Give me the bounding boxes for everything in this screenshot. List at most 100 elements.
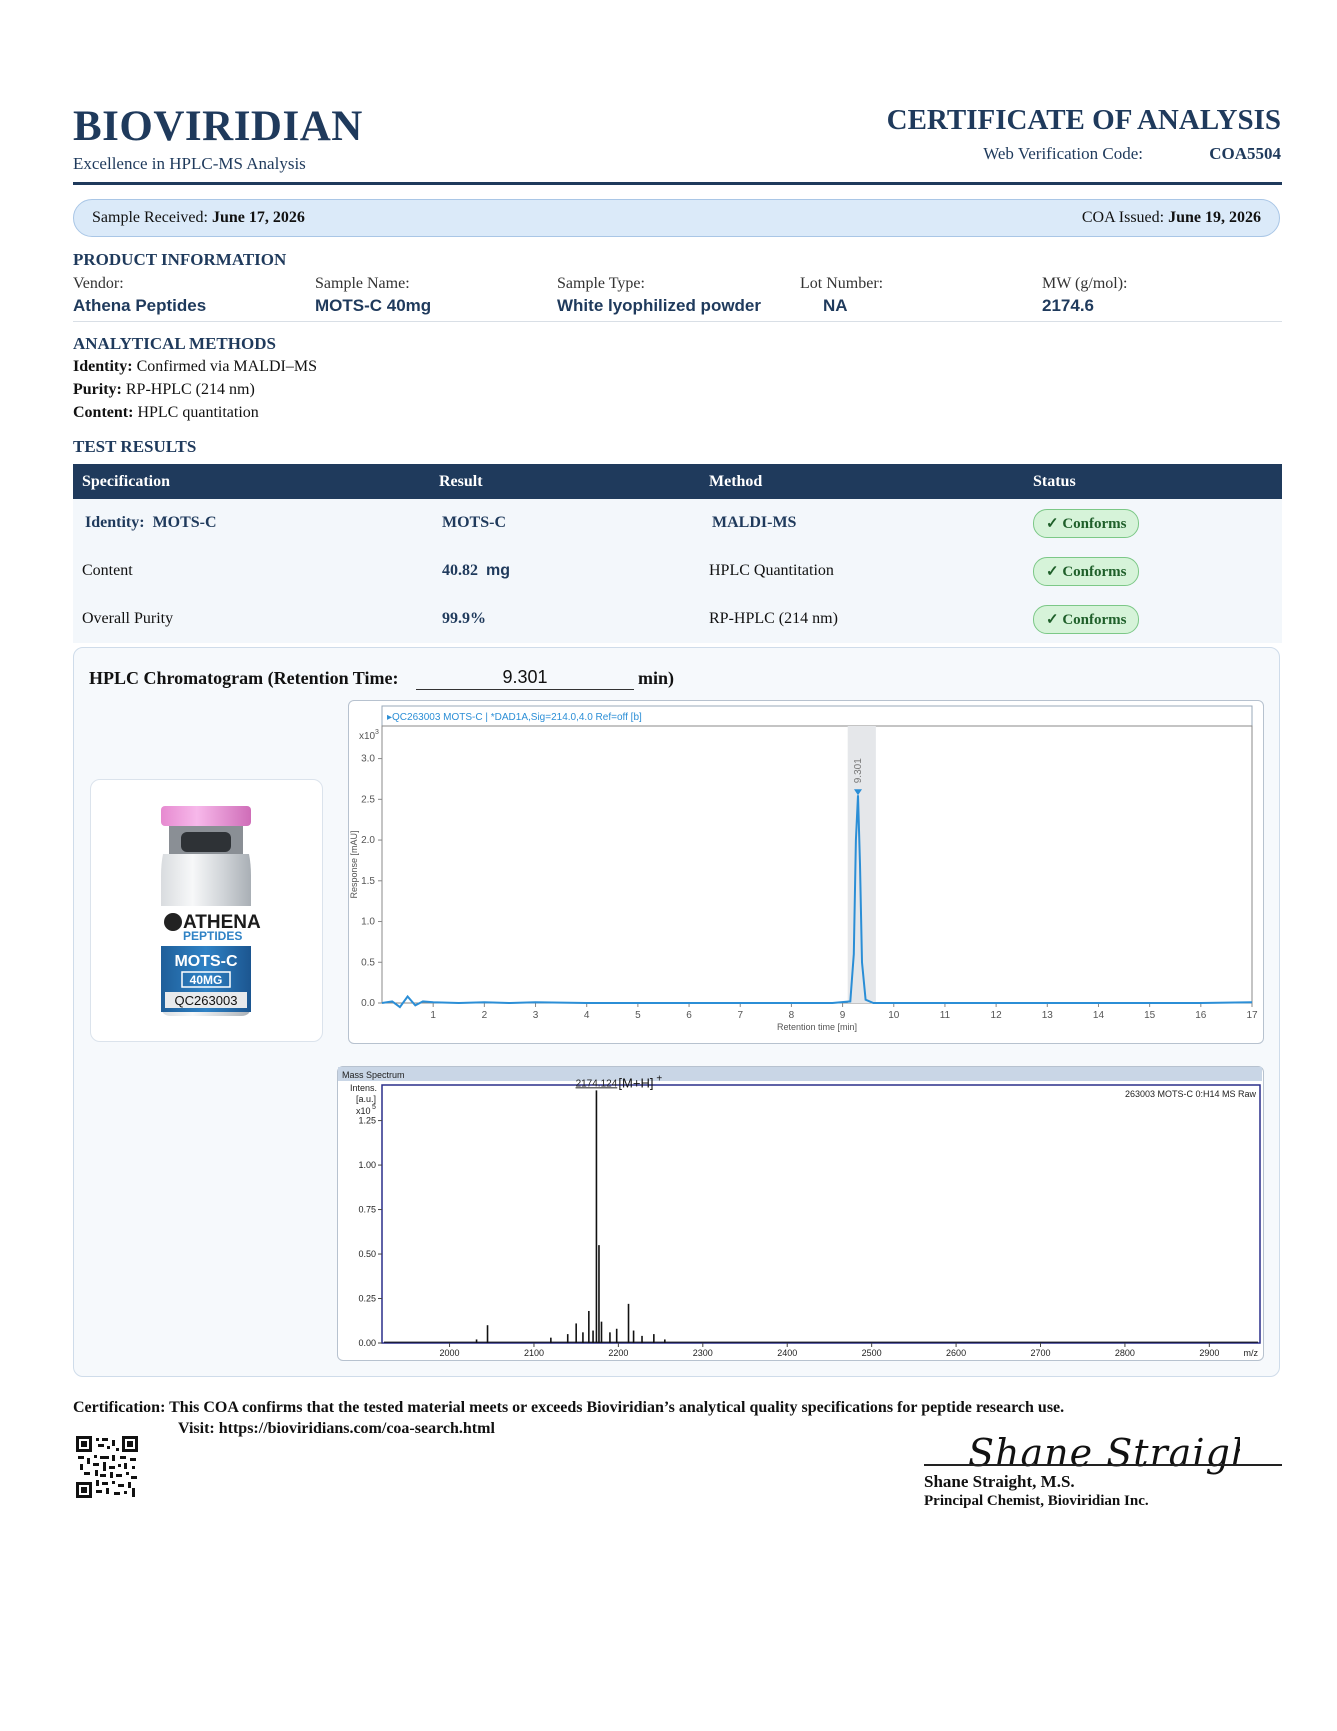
status-badge: ✓ Conforms: [1033, 556, 1140, 586]
ms-y-tick-label: 0.00: [358, 1338, 376, 1348]
result-cell: MOTS-C: [430, 499, 700, 547]
ms-x-tick-label: 2600: [946, 1348, 966, 1358]
vial-image: ATHENA PEPTIDES MOTS-C 40MG QC263003: [161, 806, 261, 1016]
ms-subtitle: 263003 MOTS-C 0:H14 MS Raw: [1125, 1089, 1257, 1099]
spec-value: MOTS-C: [152, 514, 217, 531]
web-verification: Web Verification Code: COA5504: [983, 144, 1281, 164]
method-identity: Identity: Confirmed via MALDI–MS: [73, 358, 317, 376]
hplc-x-axis-label: Retention time [min]: [777, 1022, 857, 1032]
web-code-label: Web Verification Code:: [983, 144, 1143, 163]
result-unit: mg: [486, 562, 510, 579]
result-cell: 99.9%: [430, 595, 700, 643]
hplc-x-tick-label: 16: [1195, 1010, 1207, 1021]
hplc-y-tick-label: 1.5: [361, 876, 375, 887]
method-identity-value: Confirmed via MALDI–MS: [136, 358, 317, 375]
hplc-x-tick-label: 10: [888, 1010, 900, 1021]
ms-y-tick-label: 0.75: [358, 1205, 376, 1215]
col-result: Result: [430, 464, 700, 499]
hplc-x-tick-label: 12: [991, 1010, 1003, 1021]
chromatogram-title: HPLC Chromatogram (Retention Time:: [89, 668, 399, 688]
hplc-x-tick-label: 9: [840, 1010, 846, 1021]
hplc-plot-area: [381, 725, 1253, 1004]
dates-bar: Sample Received: June 17, 2026 COA Issue…: [73, 199, 1280, 237]
sample-type-value: White lyophilized powder: [557, 296, 761, 315]
results-header-row: Specification Result Method Status: [73, 464, 1282, 499]
hplc-y-tick-label: 1.0: [361, 917, 375, 928]
ms-title-bar: [338, 1067, 1262, 1081]
signer-name: Shane Straight, M.S.: [924, 1472, 1075, 1491]
ms-title: Mass Spectrum: [342, 1070, 405, 1080]
hplc-x-tick-label: 7: [737, 1010, 743, 1021]
table-row: Content 40.82 mg HPLC Quantitation ✓ Con…: [73, 547, 1282, 595]
vial-cap: [161, 806, 251, 826]
hplc-y-tick-label: 0.0: [361, 998, 375, 1009]
vendor-value: Athena Peptides: [73, 296, 207, 315]
hplc-x-tick-label: 8: [789, 1010, 795, 1021]
results-section-title: TEST RESULTS: [73, 437, 197, 456]
sample-name-label: Sample Name:: [315, 275, 410, 292]
hplc-y-axis-label: Response [mAU]: [349, 830, 359, 898]
lot-number-value: NA: [823, 296, 848, 315]
hplc-peak-label: 9.301: [853, 758, 864, 783]
ms-y-tick-label: 1.25: [358, 1116, 376, 1126]
spec-label: Identity:: [85, 514, 145, 531]
methods-section-title: ANALYTICAL METHODS: [73, 334, 276, 353]
issued-date: June 19, 2026: [1168, 209, 1261, 226]
hplc-y-tick-label: 3.0: [361, 754, 375, 765]
status-cell: ✓ Conforms: [1024, 547, 1282, 595]
ms-x-tick-label: 2100: [524, 1348, 544, 1358]
retention-time-field: 9.301: [416, 667, 634, 690]
ms-y-tick-label: 1.00: [358, 1160, 376, 1170]
method-content-value: HPLC quantitation: [137, 404, 259, 421]
results-table: Specification Result Method Status Ident…: [73, 464, 1282, 643]
spec-cell: Identity: MOTS-C: [73, 499, 430, 547]
ms-y-unit: [a.u.]: [356, 1094, 376, 1104]
hplc-x-tick-label: 17: [1246, 1010, 1258, 1021]
ms-y-label: Intens.: [350, 1083, 377, 1093]
lot-number-label: Lot Number:: [800, 275, 884, 292]
coa-issued: COA Issued: June 19, 2026: [1082, 209, 1261, 227]
hplc-x-tick-label: 13: [1042, 1010, 1054, 1021]
vial-brand-sub: PEPTIDES: [183, 929, 242, 943]
method-value: MALDI-MS: [712, 514, 797, 531]
spec-cell: Content: [73, 547, 430, 595]
method-cell: RP-HPLC (214 nm): [700, 595, 1024, 643]
ms-x-tick-label: 2500: [862, 1348, 882, 1358]
received-date: June 17, 2026: [211, 209, 305, 226]
qr-code-icon: [76, 1436, 138, 1498]
signer-title: Principal Chemist, Bioviridian Inc.: [924, 1493, 1149, 1509]
ms-y-tick-label: 0.25: [358, 1294, 376, 1304]
visit-link[interactable]: Visit: https://bioviridians.com/coa-sear…: [178, 1420, 495, 1438]
ms-peak-annotation-sup: +: [656, 1073, 662, 1084]
hplc-y-tick-label: 2.5: [361, 794, 375, 805]
ms-chart-frame: Mass Spectrum 263003 MOTS-C 0:H14 MS Raw I…: [337, 1066, 1264, 1361]
hplc-x-tick-label: 4: [584, 1010, 590, 1021]
hplc-x-tick-label: 3: [533, 1010, 539, 1021]
ms-x-tick-label: 2000: [440, 1348, 460, 1358]
status-cell: ✓ Conforms: [1024, 595, 1282, 643]
brand-logo: BIOVIRIDIAN: [73, 103, 363, 150]
ms-peak-label: 2174.124: [576, 1078, 618, 1089]
mw-label: MW (g/mol):: [1042, 275, 1128, 292]
hplc-x-tick-label: 6: [686, 1010, 692, 1021]
hplc-x-tick-label: 5: [635, 1010, 641, 1021]
vendor-label: Vendor:: [73, 275, 124, 292]
document-title: CERTIFICATE OF ANALYSIS: [886, 104, 1281, 136]
product-section-title: PRODUCT INFORMATION: [73, 250, 287, 269]
received-label: Sample Received:: [92, 209, 208, 226]
hplc-x-tick-label: 1: [430, 1010, 436, 1021]
method-cell: MALDI-MS: [700, 499, 1024, 547]
ms-x-tick-label: 2900: [1199, 1348, 1219, 1358]
ms-plot-area: [381, 1084, 1261, 1344]
hplc-x-tick-label: 14: [1093, 1010, 1105, 1021]
method-identity-label: Identity:: [73, 358, 133, 375]
vial-stopper: [181, 832, 231, 852]
ms-chart: Mass Spectrum 263003 MOTS-C 0:H14 MS Raw I…: [338, 1067, 1262, 1358]
hplc-x-tick-label: 2: [482, 1010, 488, 1021]
ms-peak-annotation: [M+H]: [618, 1075, 653, 1090]
ms-x-tick-label: 2800: [1115, 1348, 1135, 1358]
hplc-y-exponent-power: 3: [375, 729, 379, 736]
issued-label: COA Issued:: [1081, 209, 1165, 226]
hplc-chart-frame: ▸QC263003 MOTS-C | *DAD1A,Sig=214.0,4.0 …: [348, 700, 1264, 1044]
header-divider: [73, 182, 1282, 185]
